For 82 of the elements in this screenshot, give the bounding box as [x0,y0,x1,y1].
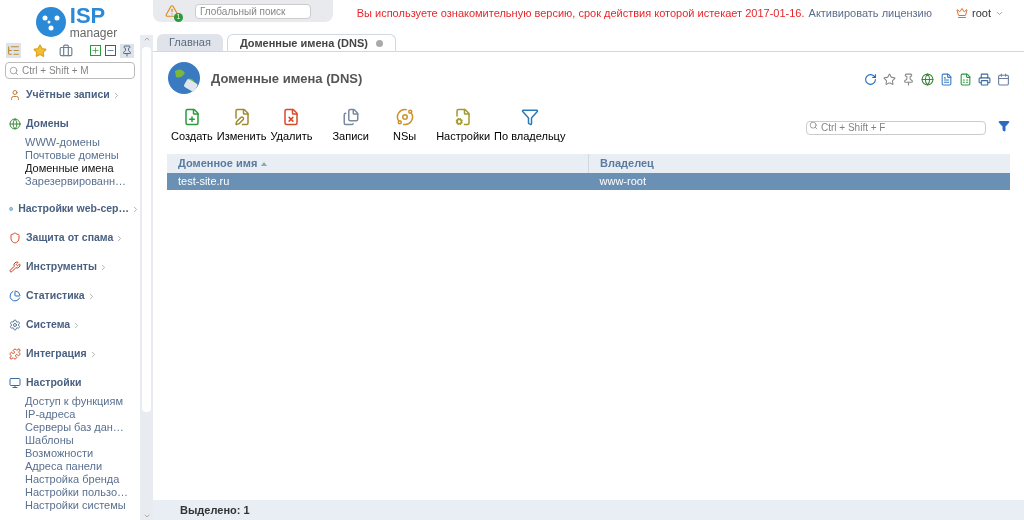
table-cell-text: test-site.ru [177,174,231,190]
toolbar-button[interactable]: Создать [171,107,213,145]
tab[interactable]: Доменные имена (DNS) [226,34,396,51]
toolbar-button[interactable]: Записи [332,107,369,145]
document-stack-icon [341,107,360,126]
menu-item[interactable]: Адреса панели [25,460,140,473]
close-icon[interactable] [375,39,383,47]
menu-item[interactable]: WWW-домены [25,136,140,149]
tools-icon [9,261,21,273]
menu-item[interactable]: Серверы баз дан… [25,421,140,434]
menu-item[interactable]: Возможности [25,447,140,460]
person-icon [9,89,21,101]
file-pencil-icon [232,107,251,126]
menu-group-title[interactable]: Домены [26,116,69,132]
collapse-all-icon[interactable] [105,45,116,56]
activate-license-link[interactable]: Активировать лицензию [808,5,933,22]
menu-item[interactable]: Настройки пользо… [25,486,140,499]
filter-icon [520,107,539,126]
toolbar-button[interactable]: Удалить [270,107,313,145]
menu-item[interactable]: Шаблоны [25,434,140,447]
menu-group-title[interactable]: Настройки web-сер… [18,201,129,217]
menu-item[interactable]: Доменные имена [25,162,140,175]
menu-item[interactable]: Почтовые домены [25,149,140,162]
menu-group-title[interactable]: Настройки [26,375,82,391]
scroll-up-icon[interactable] [142,35,151,43]
star-icon[interactable] [883,72,896,86]
search-icon [809,121,818,130]
menu-item[interactable]: IP-адреса [25,408,140,421]
menu-item[interactable]: Зарезервированн… [25,175,140,188]
tab[interactable]: Главная [157,34,223,51]
pie-chart-icon [9,290,21,302]
global-search-field[interactable]: Глобальный поиск [195,3,311,19]
scroll-down-icon[interactable] [142,512,151,520]
filter-field[interactable]: Ctrl + Shift + F [806,120,986,135]
menu-group-title[interactable]: Учётные записи [26,87,110,103]
toolbar-button[interactable]: Изменить [216,107,267,145]
sidebar-scrollbar[interactable] [140,35,153,520]
warning-icon[interactable] [165,4,179,18]
table-cell-text: www-root [598,174,647,190]
logo-icon [35,6,66,37]
menu-group-title[interactable]: Система [26,317,71,333]
briefcase-icon[interactable] [59,43,73,58]
gear-icon [9,319,21,331]
puzzle-icon [9,348,21,360]
refresh-icon[interactable] [864,72,877,86]
column-header[interactable]: Доменное имя [167,154,588,173]
file-gear-icon [454,107,473,126]
status-text: Выделено: 1 [180,502,250,518]
trial-notice: Вы используете ознакомительную версию, срок действия которой истекает 2017-01-16. [356,6,805,21]
toolbar-button[interactable]: NSы [392,107,417,145]
document-icon[interactable] [940,72,953,86]
spreadsheet-icon[interactable] [959,72,972,86]
expand-all-icon[interactable] [90,45,101,56]
pin-icon[interactable] [120,43,134,58]
planet-icon [395,107,414,126]
toolbar-button[interactable]: По владельцу [494,107,566,145]
tree-view-icon[interactable] [6,43,21,58]
printer-icon[interactable] [978,72,991,86]
toolbar-button[interactable]: Настройки [436,107,491,145]
crown-icon [956,7,969,20]
menu-search-field[interactable]: Ctrl + Shift + M [5,62,135,79]
star-icon[interactable] [33,43,47,58]
menu-item[interactable]: Доступ к функциям [25,395,140,408]
menu-group-title[interactable]: Инструменты [26,259,97,275]
monitor-icon [9,377,21,389]
logo-text: ISP [69,4,107,27]
search-icon [9,66,19,76]
menu-group-title[interactable]: Интеграция [26,346,87,362]
logo-subtext: manager [69,26,118,39]
pin-icon[interactable] [902,72,915,86]
menu-item[interactable]: Настройка бренда [25,473,140,486]
file-x-icon [282,107,301,126]
menu-item[interactable]: Настройки системы [25,499,140,512]
filter-icon[interactable] [998,120,1010,132]
file-plus-icon [182,107,201,126]
menu-group-title[interactable]: Защита от спама [26,230,114,246]
table-row[interactable]: test-site.ru www-root [167,173,1010,190]
page-title: Доменные имена (DNS) [211,70,363,89]
user-menu[interactable]: root [972,5,991,22]
calendar-icon[interactable] [997,72,1010,86]
menu-group-title[interactable]: Статистика [26,288,85,304]
shield-icon [9,232,21,244]
